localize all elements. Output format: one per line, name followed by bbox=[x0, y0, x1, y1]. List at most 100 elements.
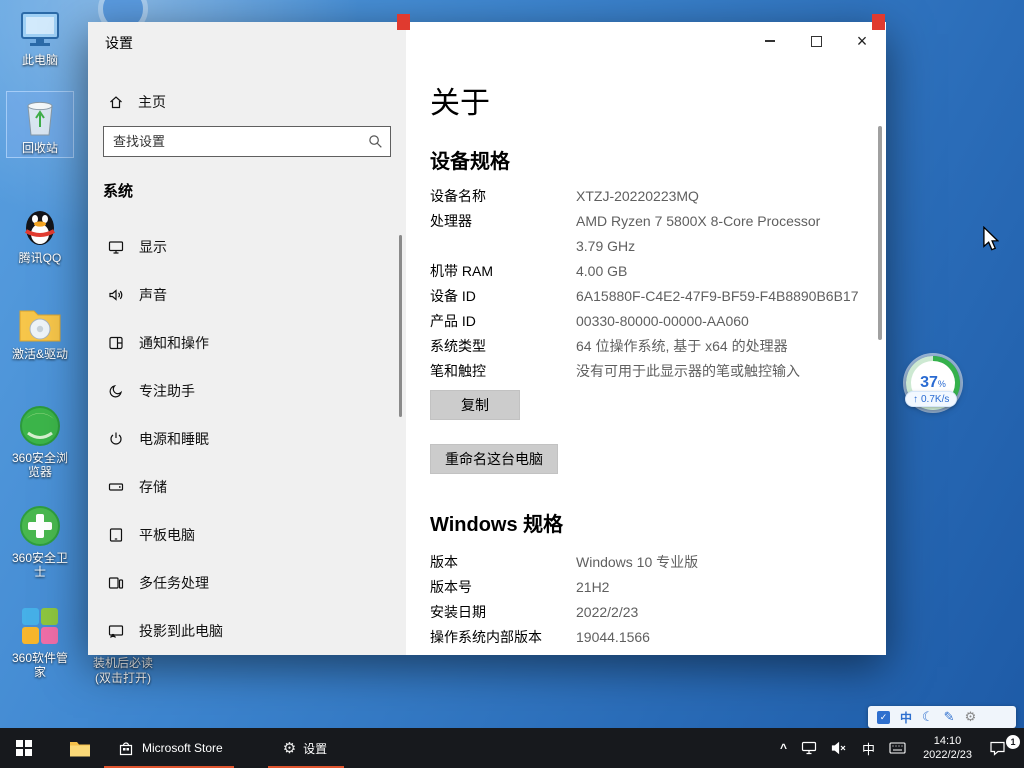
minimize-icon bbox=[765, 40, 775, 42]
percent-sign: % bbox=[938, 379, 946, 389]
sidebar-item-label: 存储 bbox=[139, 477, 167, 497]
sidebar-item-label: 主页 bbox=[138, 92, 166, 112]
close-icon: × bbox=[857, 32, 868, 50]
desktop-icon-label: 360安全浏览器 bbox=[7, 451, 73, 479]
desktop-icon-360-software[interactable]: 360软件管家 bbox=[7, 602, 73, 681]
memory-percent: 37 bbox=[920, 375, 938, 391]
settings-sidebar: 设置 主页 系统 bbox=[88, 22, 406, 655]
ime-chinese-mode[interactable]: 中 bbox=[900, 709, 912, 726]
spec-row: 机带 RAM 4.00 GB bbox=[430, 259, 862, 284]
mouse-cursor bbox=[982, 226, 999, 251]
spec-row: 设备 ID 6A15880F-C4E2-47F9-BF59-F4B8890B6B… bbox=[430, 284, 862, 309]
sidebar-item-notifications[interactable]: 通知和操作 bbox=[88, 319, 406, 367]
this-pc-icon bbox=[18, 10, 62, 50]
home-icon bbox=[107, 94, 124, 110]
sidebar-item-projecting[interactable]: 投影到此电脑 bbox=[88, 607, 406, 655]
ime-indicator[interactable]: 中 bbox=[855, 728, 882, 768]
tablet-icon bbox=[107, 527, 124, 543]
notification-badge: 1 bbox=[1006, 735, 1020, 749]
sidebar-item-label: 专注助手 bbox=[139, 381, 195, 401]
sidebar-item-label: 显示 bbox=[139, 237, 167, 257]
network-speed-badge[interactable]: ↑ 0.7K/s bbox=[905, 391, 957, 407]
sidebar-item-home[interactable]: 主页 bbox=[88, 84, 406, 120]
copy-button[interactable]: 复制 bbox=[430, 390, 520, 420]
desktop-icon-drivers-folder[interactable]: 激活&驱动 bbox=[7, 302, 73, 363]
multitask-icon bbox=[107, 575, 124, 591]
windows-spec-table: 版本 Windows 10 专业版 版本号 21H2 安装日期 2022/2/2… bbox=[430, 550, 862, 650]
minimize-button[interactable] bbox=[747, 26, 793, 56]
spec-value: 00330-80000-00000-AA060 bbox=[576, 309, 749, 334]
desktop-icon-360-browser[interactable]: 360安全浏览器 bbox=[7, 402, 73, 481]
ime-toolbar: ✓ 中 ☾ ✎ ⚙ bbox=[868, 706, 1016, 728]
settings-main: 关于 设备规格 设备名称 XTZJ-20220223MQ 处理器 AMD Ryz… bbox=[406, 22, 886, 655]
desktop-icon-label: 360安全卫士 bbox=[7, 551, 73, 579]
file-explorer-button[interactable] bbox=[56, 728, 104, 768]
settings-window: × 设置 主页 系统 bbox=[88, 22, 886, 655]
desktop-icon-qq[interactable]: 腾讯QQ bbox=[7, 202, 73, 267]
desktop-icon-this-pc[interactable]: 此电脑 bbox=[7, 8, 73, 69]
sidebar-item-power-sleep[interactable]: 电源和睡眠 bbox=[88, 415, 406, 463]
device-spec-title: 设备规格 bbox=[430, 145, 510, 174]
spec-label: 产品 ID bbox=[430, 309, 576, 334]
sidebar-item-label: 多任务处理 bbox=[139, 573, 209, 593]
spec-value: 6A15880F-C4E2-47F9-BF59-F4B8890B6B17 bbox=[576, 284, 859, 309]
desktop-icon-readme-label[interactable]: 装机后必读(双击打开) bbox=[86, 656, 160, 686]
close-button[interactable]: × bbox=[839, 26, 885, 56]
titlebar-controls: × bbox=[747, 26, 885, 56]
action-center-button[interactable]: 1 bbox=[982, 728, 1020, 768]
sidebar-item-tablet[interactable]: 平板电脑 bbox=[88, 511, 406, 559]
360-safe-icon bbox=[18, 504, 62, 548]
search-input[interactable] bbox=[103, 126, 391, 157]
touch-keyboard-icon[interactable] bbox=[882, 728, 913, 768]
desktop-icon-recycle-bin[interactable]: 回收站 bbox=[7, 92, 73, 157]
store-label: Microsoft Store bbox=[142, 741, 223, 755]
desktop: 此电脑 回收站 腾讯QQ 激活&驱动 bbox=[0, 0, 1024, 768]
taskbar: Microsoft Store ⚙ 设置 ^ 中 bbox=[0, 728, 1024, 768]
taskbar-settings-label: 设置 bbox=[303, 740, 327, 757]
content-scrollbar[interactable] bbox=[878, 126, 882, 340]
taskbar-settings-button[interactable]: ⚙ 设置 bbox=[271, 728, 339, 768]
taskbar-clock[interactable]: 14:10 2022/2/23 bbox=[913, 734, 982, 762]
360-browser-icon bbox=[18, 404, 62, 448]
rename-pc-button[interactable]: 重命名这台电脑 bbox=[430, 444, 558, 474]
device-spec-table: 设备名称 XTZJ-20220223MQ 处理器 AMD Ryzen 7 580… bbox=[430, 184, 862, 384]
sidebar-scrollbar[interactable] bbox=[399, 235, 402, 417]
check-icon[interactable]: ✓ bbox=[877, 711, 890, 724]
maximize-button[interactable] bbox=[793, 26, 839, 56]
sidebar-item-label: 声音 bbox=[139, 285, 167, 305]
sidebar-item-display[interactable]: 显示 bbox=[88, 223, 406, 271]
volume-muted-tray-icon[interactable] bbox=[824, 728, 855, 768]
tray-chevron-up[interactable]: ^ bbox=[773, 728, 794, 768]
red-marker-right bbox=[872, 14, 885, 30]
search-icon[interactable] bbox=[368, 134, 383, 149]
projecting-icon bbox=[107, 623, 124, 639]
spec-row: 安装日期 2022/2/23 bbox=[430, 600, 862, 625]
sidebar-item-focus-assist[interactable]: 专注助手 bbox=[88, 367, 406, 415]
network-tray-icon[interactable] bbox=[794, 728, 824, 768]
spec-value: AMD Ryzen 7 5800X 8-Core Processor 3.79 … bbox=[576, 209, 820, 259]
sidebar-item-storage[interactable]: 存储 bbox=[88, 463, 406, 511]
desktop-icon-label: 回收站 bbox=[22, 141, 58, 155]
spec-row: 版本号 21H2 bbox=[430, 575, 862, 600]
start-button[interactable] bbox=[0, 728, 48, 768]
sidebar-item-multitasking[interactable]: 多任务处理 bbox=[88, 559, 406, 607]
moon-icon bbox=[107, 383, 124, 399]
ime-settings-gear-icon[interactable]: ⚙ bbox=[965, 709, 977, 725]
spec-label: 系统类型 bbox=[430, 334, 576, 359]
desktop-icon-360-safe[interactable]: 360安全卫士 bbox=[7, 502, 73, 581]
moon-mode-icon[interactable]: ☾ bbox=[922, 709, 934, 725]
spec-value: 64 位操作系统, 基于 x64 的处理器 bbox=[576, 334, 788, 359]
sidebar-item-sound[interactable]: 声音 bbox=[88, 271, 406, 319]
page-title: 关于 bbox=[430, 78, 490, 122]
microsoft-store-button[interactable]: Microsoft Store bbox=[104, 728, 237, 768]
spec-label: 机带 RAM bbox=[430, 259, 576, 284]
sidebar-nav: 显示 声音 通知和操作 bbox=[88, 223, 406, 655]
clock-date: 2022/2/23 bbox=[923, 748, 972, 762]
spec-row: 处理器 AMD Ryzen 7 5800X 8-Core Processor 3… bbox=[430, 209, 862, 259]
spec-row: 操作系统内部版本 19044.1566 bbox=[430, 625, 862, 650]
maximize-icon bbox=[811, 36, 822, 47]
display-icon bbox=[107, 239, 124, 255]
pencil-icon[interactable]: ✎ bbox=[944, 709, 955, 725]
360-software-icon bbox=[18, 604, 62, 648]
sidebar-section-title: 系统 bbox=[103, 180, 133, 201]
